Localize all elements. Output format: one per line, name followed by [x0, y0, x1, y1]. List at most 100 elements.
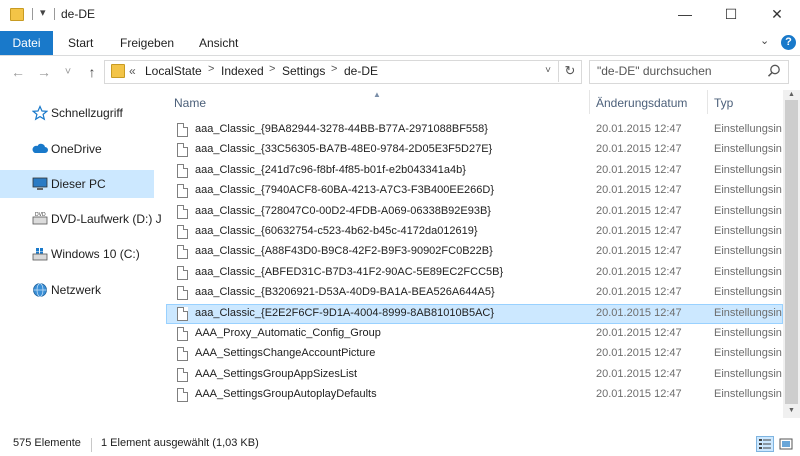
help-icon[interactable]: ? [781, 35, 796, 50]
tab-file[interactable]: Datei [0, 31, 53, 55]
file-icon [177, 225, 188, 239]
file-name: aaa_Classic_{33C56305-BA7B-48E0-9784-2D0… [195, 143, 493, 155]
quick-access-chevron-icon[interactable]: ▾ [40, 6, 46, 19]
sidebar-item-label: DVD-Laufwerk (D:) J [51, 212, 162, 226]
file-date: 20.01.2015 12:47 [596, 184, 682, 196]
scroll-up-icon[interactable]: ▲ [783, 90, 800, 100]
selection-info: 1 Element ausgewählt (1,03 KB) [101, 437, 259, 449]
close-button[interactable]: ✕ [754, 0, 800, 31]
breadcrumb-item[interactable]: Indexed [221, 64, 264, 78]
file-icon [177, 205, 188, 219]
sidebar-item-label: Netzwerk [51, 283, 102, 297]
file-icon [177, 266, 188, 280]
file-type: Einstellungsin [714, 123, 782, 135]
file-type: Einstellungsin [714, 225, 782, 237]
scrollbar-thumb[interactable] [785, 100, 798, 404]
search-icon[interactable] [766, 63, 782, 79]
file-type: Einstellungsin [714, 143, 782, 155]
file-icon [177, 307, 188, 321]
up-button[interactable]: ↑ [82, 61, 102, 83]
file-type: Einstellungsin [714, 245, 782, 257]
quick-access-divider-2 [54, 8, 55, 20]
file-icon [177, 164, 188, 178]
breadcrumb-overflow[interactable]: « [129, 64, 136, 78]
file-date: 20.01.2015 12:47 [596, 347, 682, 359]
file-name: aaa_Classic_{728047C0-00D2-4FDB-A069-063… [195, 205, 491, 217]
file-type: Einstellungsin [714, 307, 782, 319]
file-icon [177, 327, 188, 341]
tab-share[interactable]: Freigeben [120, 31, 174, 55]
column-header-date[interactable]: Änderungsdatum [596, 91, 687, 115]
file-date: 20.01.2015 12:47 [596, 286, 682, 298]
breadcrumb-item[interactable]: Settings [282, 64, 325, 78]
file-type: Einstellungsin [714, 184, 782, 196]
sort-ascending-icon: ▲ [373, 90, 381, 99]
tab-start[interactable]: Start [68, 31, 93, 55]
dvd-drive-icon: DVD [32, 212, 48, 225]
breadcrumb-separator-icon[interactable]: > [269, 63, 275, 75]
file-type: Einstellungsin [714, 205, 782, 217]
file-name: aaa_Classic_{B3206921-D53A-40D9-BA1A-BEA… [195, 286, 495, 298]
file-date: 20.01.2015 12:47 [596, 164, 682, 176]
minimize-button[interactable]: — [662, 0, 708, 31]
file-icon [177, 286, 188, 300]
file-date: 20.01.2015 12:47 [596, 123, 682, 135]
address-dropdown-icon[interactable]: ˅ [540, 61, 556, 81]
back-button[interactable]: ← [8, 61, 28, 83]
file-type: Einstellungsin [714, 388, 782, 400]
file-name: AAA_SettingsGroupAppSizesList [195, 368, 358, 380]
sidebar-item-label: OneDrive [51, 142, 102, 156]
recent-locations-button[interactable]: ˅ [58, 61, 78, 83]
maximize-button[interactable]: ☐ [708, 0, 754, 31]
file-icon [177, 245, 188, 259]
file-type: Einstellungsin [714, 286, 782, 298]
file-type: Einstellungsin [714, 327, 782, 339]
file-type: Einstellungsin [714, 164, 782, 176]
column-divider[interactable] [707, 90, 708, 114]
forward-button[interactable]: → [34, 61, 54, 83]
file-name: AAA_SettingsGroupAutoplayDefaults [195, 388, 377, 400]
file-icon [177, 368, 188, 382]
quick-access-divider [32, 8, 33, 20]
column-header-type[interactable]: Typ [714, 91, 733, 115]
column-divider[interactable] [589, 90, 590, 114]
status-divider [91, 438, 92, 452]
folder-icon [111, 64, 125, 78]
file-icon [177, 184, 188, 198]
cloud-icon [32, 143, 48, 153]
file-type: Einstellungsin [714, 347, 782, 359]
item-count: 575 Elemente [13, 437, 81, 449]
file-date: 20.01.2015 12:47 [596, 143, 682, 155]
svg-text:DVD: DVD [35, 212, 46, 218]
column-header-name[interactable]: Name [174, 91, 206, 115]
search-placeholder: "de-DE" durchsuchen [597, 64, 712, 78]
tab-view[interactable]: Ansicht [199, 31, 238, 55]
file-name: aaa_Classic_{241d7c96-f8bf-4f85-b01f-e2b… [195, 164, 466, 176]
network-icon [33, 283, 47, 297]
file-icon [177, 143, 188, 157]
file-name: aaa_Classic_{60632754-c523-4b62-b45c-417… [195, 225, 478, 237]
file-type: Einstellungsin [714, 368, 782, 380]
file-name: AAA_SettingsChangeAccountPicture [195, 347, 376, 359]
file-name: aaa_Classic_{9BA82944-3278-44BB-B77A-297… [195, 123, 488, 135]
file-date: 20.01.2015 12:47 [596, 327, 682, 339]
details-view-icon[interactable] [756, 436, 774, 452]
file-name: aaa_Classic_{A88F43D0-B9C8-42F2-B9F3-909… [195, 245, 493, 257]
file-name: aaa_Classic_{7940ACF8-60BA-4213-A7C3-F3B… [195, 184, 495, 196]
file-date: 20.01.2015 12:47 [596, 245, 682, 257]
file-icon [177, 347, 188, 361]
file-name: AAA_Proxy_Automatic_Config_Group [195, 327, 381, 339]
file-date: 20.01.2015 12:47 [596, 368, 682, 380]
breadcrumb-item[interactable]: LocalState [145, 64, 202, 78]
file-date: 20.01.2015 12:47 [596, 307, 682, 319]
refresh-button[interactable]: ↻ [558, 60, 581, 82]
sidebar-item-label: Windows 10 (C:) [51, 247, 140, 261]
breadcrumb-item[interactable]: de-DE [344, 64, 378, 78]
file-date: 20.01.2015 12:47 [596, 225, 682, 237]
breadcrumb-separator-icon[interactable]: > [208, 63, 214, 75]
sidebar-item-label: Dieser PC [51, 177, 106, 191]
breadcrumb-separator-icon[interactable]: > [331, 63, 337, 75]
scroll-down-icon[interactable]: ▼ [783, 406, 800, 416]
ribbon-expand-icon[interactable]: ⌄ [760, 34, 769, 47]
large-icons-view-icon[interactable] [777, 436, 795, 452]
